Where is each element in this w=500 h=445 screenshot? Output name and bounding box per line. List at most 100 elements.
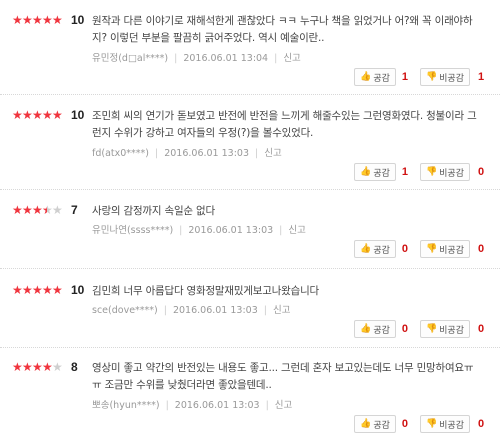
star-icon: ★	[52, 283, 63, 297]
star-rating: ★ ★ ★ ★ ★	[12, 13, 63, 27]
star-icon: ★	[52, 203, 63, 217]
thumbs-down-icon: 👎	[425, 244, 438, 254]
meta-divider: |	[165, 400, 169, 411]
report-link[interactable]: 신고	[275, 400, 292, 411]
rating: ★ ★ ★ ★ ★ 8	[12, 359, 78, 375]
star-icon: ★	[22, 203, 33, 217]
review-meta: sce(dove****) | 2016.06.01 13:03 | 신고	[92, 302, 290, 316]
star-icon: ★	[32, 360, 43, 374]
dislike-count: 0	[477, 323, 485, 335]
report-link[interactable]: 신고	[288, 225, 305, 236]
rating-score: 10	[71, 13, 85, 27]
like-label: 공감	[373, 325, 390, 336]
like-count: 1	[401, 71, 408, 83]
meta-divider: |	[179, 225, 183, 236]
star-icon: ★	[22, 283, 33, 297]
meta-divider: |	[155, 148, 159, 159]
star-icon: ★	[32, 203, 43, 217]
like-count: 0	[401, 243, 408, 255]
vote-area: 👍 공감 0 👎 비공감 0	[354, 415, 486, 433]
like-button[interactable]: 👍 공감	[354, 240, 396, 258]
review-author: 뽀송(hyun****)	[92, 400, 160, 411]
dislike-count: 1	[477, 71, 485, 83]
star-icon: ★	[52, 360, 63, 374]
thumbs-up-icon: 👍	[360, 72, 372, 82]
star-icon: ★	[22, 360, 33, 374]
thumbs-down-icon: 👎	[425, 419, 438, 429]
dislike-button[interactable]: 👎 비공감	[419, 415, 470, 433]
star-icon: ★	[52, 108, 63, 122]
vote-area: 👍 공감 1 👎 비공감 0	[354, 163, 486, 181]
star-icon: ★	[32, 108, 43, 122]
like-label: 공감	[373, 168, 390, 179]
report-link[interactable]: 신고	[273, 305, 290, 316]
star-icon: ★	[42, 108, 53, 122]
review-divider	[0, 347, 500, 348]
review-text: 사랑의 감정까지 속일순 없다	[92, 205, 215, 217]
meta-divider: |	[255, 148, 259, 159]
dislike-label: 비공감	[439, 325, 464, 336]
report-link[interactable]: 신고	[264, 148, 281, 159]
like-count: 0	[401, 323, 408, 335]
star-rating: ★ ★ ★ ★ ★	[12, 360, 63, 374]
review-date: 2016.06.01 13:03	[188, 225, 274, 236]
dislike-label: 비공감	[439, 420, 464, 431]
review-author: sce(dove****)	[92, 305, 158, 316]
meta-divider: |	[163, 305, 167, 316]
review-meta: fd(atx0****) | 2016.06.01 13:03 | 신고	[92, 145, 282, 159]
like-button[interactable]: 👍 공감	[354, 163, 396, 181]
meta-divider: |	[174, 53, 178, 64]
review-author: 유민정(d□al****)	[92, 53, 169, 64]
review-date: 2016.06.01 13:04	[183, 53, 269, 64]
dislike-label: 비공감	[439, 245, 464, 256]
report-link[interactable]: 신고	[283, 53, 300, 64]
like-button[interactable]: 👍 공감	[354, 415, 396, 433]
like-button[interactable]: 👍 공감	[354, 320, 396, 338]
star-icon: ★	[12, 203, 23, 217]
rating-score: 10	[71, 108, 85, 122]
dislike-count: 0	[477, 243, 485, 255]
rating: ★ ★ ★ ★ ★ 10	[12, 12, 84, 28]
rating-score: 8	[71, 360, 78, 374]
like-label: 공감	[373, 73, 390, 84]
star-icon: ★	[52, 13, 63, 27]
rating-score: 7	[71, 203, 78, 217]
dislike-button[interactable]: 👎 비공감	[419, 163, 470, 181]
star-rating: ★ ★ ★ ★ ★	[12, 283, 63, 297]
thumbs-up-icon: 👍	[360, 167, 372, 177]
star-icon: ★	[22, 13, 33, 27]
star-icon: ★	[42, 283, 53, 297]
dislike-button[interactable]: 👎 비공감	[419, 68, 470, 86]
vote-area: 👍 공감 0 👎 비공감 0	[354, 240, 486, 258]
review-date: 2016.06.01 13:03	[164, 148, 249, 159]
thumbs-up-icon: 👍	[360, 419, 372, 429]
review-text: 김민희 너무 아름답다 영화정말재밌게보고나왔습니다	[92, 285, 319, 297]
dislike-button[interactable]: 👎 비공감	[419, 320, 470, 338]
review-text: 원작과 다른 이야기로 재해석한게 괜찮았다 ㅋㅋ 누구나 책을 읽었거나 어?…	[92, 15, 473, 44]
review-meta: 뽀송(hyun****) | 2016.06.01 13:03 | 신고	[92, 397, 292, 411]
review-meta: 유민나연(ssss****) | 2016.06.01 13:03 | 신고	[92, 222, 306, 236]
rating-score: 10	[71, 283, 85, 297]
review-meta: 유민정(d□al****) | 2016.06.01 13:04 | 신고	[92, 50, 301, 64]
like-button[interactable]: 👍 공감	[354, 68, 396, 86]
star-icon: ★	[42, 203, 53, 217]
star-rating: ★ ★ ★ ★ ★	[12, 203, 63, 217]
rating: ★ ★ ★ ★ ★ 10	[12, 282, 84, 298]
review-date: 2016.06.01 13:03	[172, 305, 258, 316]
thumbs-down-icon: 👎	[425, 72, 438, 82]
dislike-count: 0	[477, 418, 485, 430]
review-date: 2016.06.01 13:03	[174, 400, 260, 411]
star-icon: ★	[32, 283, 43, 297]
dislike-button[interactable]: 👎 비공감	[419, 240, 470, 258]
meta-divider: |	[274, 53, 278, 64]
star-icon: ★	[32, 13, 43, 27]
star-icon: ★	[12, 283, 23, 297]
review-author: fd(atx0****)	[92, 148, 149, 159]
thumbs-down-icon: 👎	[425, 324, 438, 334]
review-list: ★ ★ ★ ★ ★ 10 원작과 다른 이야기로 재해석한게 괜찮았다 ㅋㅋ 누구나 책을 …	[0, 0, 500, 445]
rating: ★ ★ ★ ★ ★ 10	[12, 107, 84, 123]
dislike-count: 0	[477, 166, 485, 178]
review-divider	[0, 268, 500, 269]
dislike-label: 비공감	[439, 73, 464, 84]
star-icon: ★	[12, 13, 23, 27]
